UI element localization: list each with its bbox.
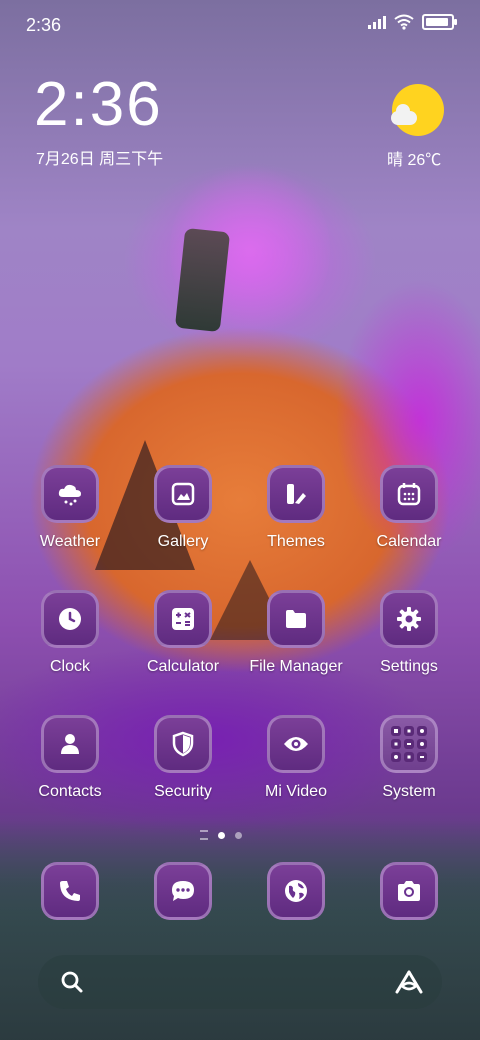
app-security[interactable]: Security <box>133 715 233 801</box>
app-label: Calculator <box>146 658 220 675</box>
page-indicator[interactable] <box>200 830 242 840</box>
app-label: Mi Video <box>265 783 327 800</box>
folder-icon <box>267 590 325 648</box>
camera-icon <box>380 862 438 920</box>
search-icon[interactable] <box>60 970 84 994</box>
app-file-manager[interactable]: File Manager <box>246 590 346 676</box>
phone-icon <box>41 862 99 920</box>
clock-icon <box>41 590 99 648</box>
calendar-icon <box>380 465 438 523</box>
app-calendar[interactable]: Calendar <box>359 465 459 551</box>
battery-icon <box>422 14 457 30</box>
dock-browser[interactable] <box>246 862 346 920</box>
clock-widget-date[interactable]: 7月26日 周三下午 <box>36 145 163 169</box>
clock-widget-time[interactable]: 2:36 <box>34 74 163 136</box>
status-time: 2:36 <box>26 15 62 35</box>
app-settings[interactable]: Settings <box>359 590 459 676</box>
app-label: System <box>382 783 436 800</box>
app-label: Calendar <box>376 533 442 550</box>
app-system-folder[interactable]: System <box>359 715 459 801</box>
globe-icon <box>267 862 325 920</box>
weather-widget-text[interactable]: 晴 26℃ <box>387 146 441 170</box>
app-label: Gallery <box>157 533 209 550</box>
app-contacts[interactable]: Contacts <box>20 715 120 801</box>
status-bar: 2:36 <box>0 0 480 50</box>
dock-phone[interactable] <box>20 862 120 920</box>
themes-icon <box>267 465 325 523</box>
signal-icon <box>368 15 386 29</box>
app-label: Settings <box>380 658 438 675</box>
image-icon <box>154 465 212 523</box>
message-icon <box>154 862 212 920</box>
app-label: Security <box>154 783 212 800</box>
app-gallery[interactable]: Gallery <box>133 465 233 551</box>
app-mi-video[interactable]: Mi Video <box>246 715 346 801</box>
app-themes[interactable]: Themes <box>246 465 346 551</box>
folder-grid-icon <box>380 715 438 773</box>
app-label: Clock <box>49 658 90 675</box>
person-icon <box>41 715 99 773</box>
eye-icon <box>267 715 325 773</box>
page-dot-1[interactable] <box>218 831 225 839</box>
app-label: Contacts <box>38 783 102 800</box>
search-bar[interactable] <box>38 955 442 1009</box>
page-indicator-menu[interactable] <box>200 830 208 840</box>
app-label: File Manager <box>249 658 343 675</box>
dock-camera[interactable] <box>359 862 459 920</box>
status-icons <box>368 14 457 30</box>
app-label: Weather <box>39 533 101 550</box>
app-clock[interactable]: Clock <box>20 590 120 676</box>
wifi-icon <box>394 14 414 30</box>
assistant-icon[interactable] <box>394 969 424 995</box>
dock-messages[interactable] <box>133 862 233 920</box>
gear-icon <box>380 590 438 648</box>
cloud-decoration <box>391 104 417 125</box>
app-calculator[interactable]: Calculator <box>133 590 233 676</box>
page-dot-2[interactable] <box>235 831 242 839</box>
shield-icon <box>154 715 212 773</box>
calculator-icon <box>154 590 212 648</box>
app-label: Themes <box>267 533 325 550</box>
app-weather[interactable]: Weather <box>20 465 120 551</box>
cloud-rain-icon <box>41 465 99 523</box>
